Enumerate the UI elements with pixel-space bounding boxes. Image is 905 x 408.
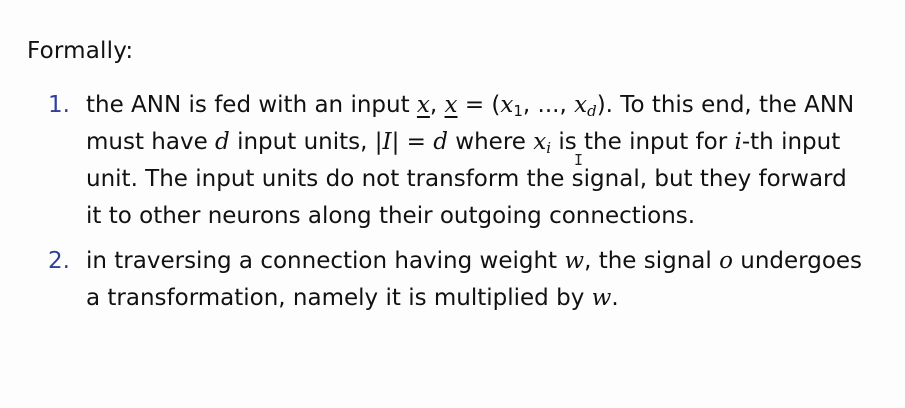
text-run: input units, | (229, 129, 383, 155)
text-run: , the signal (584, 248, 720, 274)
math-var: d (433, 129, 448, 155)
math-subscript: d (587, 102, 597, 120)
math-subscript: 1 (513, 102, 523, 120)
text-run: where (447, 129, 534, 155)
math-var: w (591, 285, 612, 311)
math-var: d (215, 129, 230, 155)
text-run: , ..., (522, 92, 575, 118)
item-number: 1. (48, 92, 70, 118)
math-var: w (564, 248, 585, 274)
slide: Formally: 1. the ANN is fed with an input… (0, 0, 905, 408)
text-cursor-icon: I (574, 151, 584, 169)
item-text: in traversing a connection having weight… (86, 248, 862, 311)
numbered-list: 1. the ANN is fed with an input x, x = (x… (48, 87, 868, 325)
math-var: x (444, 92, 458, 118)
text-run: the ANN is fed with an input (86, 92, 417, 118)
text-run: in traversing a connection having weight (86, 248, 565, 274)
math-var: x (416, 92, 430, 118)
item-number: 2. (48, 248, 70, 274)
text-run: = ( (457, 92, 501, 118)
math-var: x (533, 129, 547, 155)
math-var: I (382, 129, 392, 155)
list-item: 2. in traversing a connection having weig… (48, 243, 868, 317)
math-var: i (734, 129, 742, 155)
text-run: , (429, 92, 445, 118)
math-var: x (574, 92, 588, 118)
math-var: x (500, 92, 514, 118)
math-var: o (719, 248, 733, 274)
heading: Formally: (27, 38, 134, 64)
text-run: . (611, 285, 619, 311)
item-text: the ANN is fed with an input x, x = (x1,… (86, 92, 854, 229)
text-run: | = (391, 129, 434, 155)
list-item: 1. the ANN is fed with an input x, x = (x… (48, 87, 868, 235)
